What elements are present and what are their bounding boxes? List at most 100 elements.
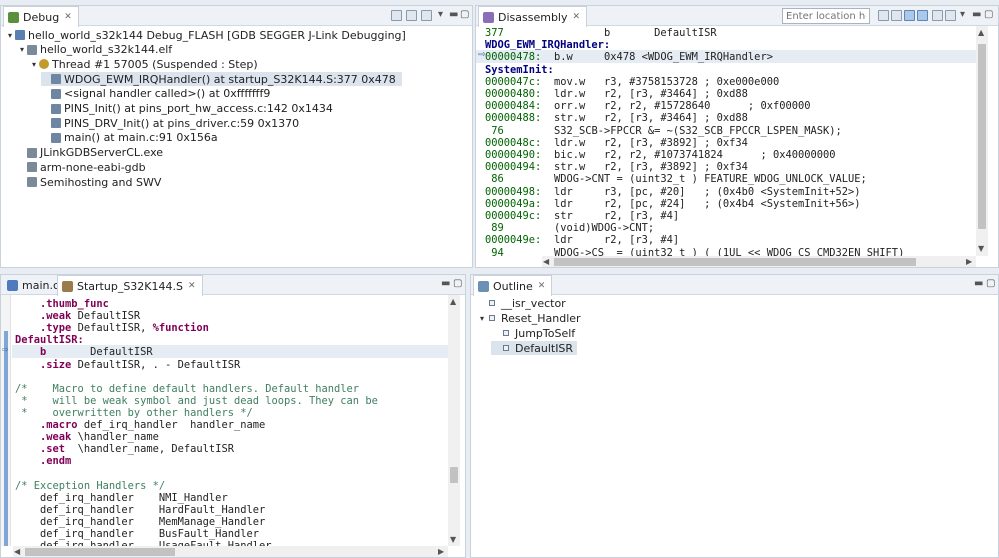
close-icon[interactable]: ✕ (538, 281, 546, 291)
editor-line: .macro def_irq_handler handler_name (15, 419, 265, 431)
scroll-down-icon[interactable]: ▼ (978, 244, 984, 253)
code-token: .weak (15, 310, 78, 323)
debug-tree-item[interactable]: ▾ hello_world_s32k144.elf (17, 43, 172, 57)
chevron-down-icon[interactable]: ▾ (5, 31, 15, 40)
minimize-icon[interactable]: ▬ (449, 9, 458, 20)
maximize-icon[interactable]: ▢ (986, 278, 995, 289)
editor-vscrollbar[interactable]: ▲ ▼ (448, 295, 460, 546)
disassembly-source-line[interactable]: S32_SCB->FPCCR &= ~(S32_SCB_FPCCR_LSPEN_… (554, 125, 842, 137)
view-dropdown-icon[interactable]: ▾ (960, 9, 965, 20)
debug-tree-item[interactable]: PINS_Init() at pins_port_hw_access.c:142… (41, 102, 333, 116)
tab-main-c[interactable]: main.c (3, 275, 65, 295)
scroll-left-icon[interactable]: ◀ (543, 257, 549, 266)
disassembly-instruction[interactable]: ldr r2, [pc, #24] ; (0x4b4 <SystemInit+5… (554, 198, 861, 210)
code-token: .type (15, 322, 78, 335)
disassembly-instruction[interactable]: b.w 0x478 <WDOG_EWM_IRQHandler> (554, 51, 773, 63)
outline-tabbar: Outline ✕ ▬ ▢ (471, 275, 998, 296)
chevron-down-icon[interactable]: ▾ (477, 314, 487, 323)
outline-item[interactable]: JumpToSelf (491, 326, 575, 340)
disassembly-vscrollbar[interactable]: ▲ ▼ (976, 26, 988, 256)
disassembly-hscrollbar[interactable]: ◀ ▶ (542, 256, 976, 267)
debug-tree-item[interactable]: ▾ hello_world_s32k144 Debug_FLASH [GDB SE… (5, 28, 406, 42)
disassembly-address: 0000047c: (485, 75, 542, 88)
close-icon[interactable]: ✕ (64, 12, 72, 22)
disassembly-instruction[interactable]: ldr.w r2, [r3, #3464] ; 0xd88 (554, 88, 748, 100)
code-token: DefaultISR (77, 310, 141, 323)
editor-line: * will be weak symbol and just dead loop… (15, 395, 378, 407)
minimize-icon[interactable]: ▬ (972, 9, 981, 20)
close-icon[interactable]: ✕ (573, 12, 581, 22)
disassembly-instruction[interactable]: ldr r2, [r3, #4] (554, 234, 679, 246)
debug-tree-item[interactable]: Semihosting and SWV (17, 175, 161, 189)
view-menu-icon[interactable] (406, 10, 417, 21)
outline-item[interactable]: DefaultISR (491, 341, 578, 355)
scroll-thumb[interactable] (978, 44, 986, 229)
debug-tree-label: PINS_Init() at pins_port_hw_access.c:142… (64, 102, 333, 115)
show-source-icon[interactable] (945, 10, 956, 21)
instruction-step-icon[interactable] (917, 10, 928, 21)
scroll-thumb[interactable] (25, 548, 175, 556)
scroll-down-icon[interactable]: ▼ (450, 535, 456, 544)
minimize-icon[interactable]: ▬ (974, 278, 983, 289)
debug-tree-item[interactable]: main() at main.c:91 0x156a (41, 131, 218, 145)
refresh-icon[interactable] (891, 10, 902, 21)
debug-tree-item[interactable]: arm-none-eabi-gdb (17, 160, 146, 174)
tab-startup-s[interactable]: Startup_S32K144.S ✕ (57, 275, 203, 296)
scroll-right-icon[interactable]: ▶ (966, 257, 972, 266)
debug-tree-label: <signal handler called>() at 0xfffffff9 (64, 87, 271, 101)
debug-tree-item[interactable]: <signal handler called>() at 0xfffffff9 (41, 87, 270, 101)
disassembly-address: 00000478: (485, 51, 542, 64)
code-token: def_irq_handler MemManage_Handler (15, 515, 266, 528)
chevron-down-icon[interactable]: ▾ (29, 60, 39, 69)
disassembly-source-line[interactable]: b DefaultISR (554, 27, 717, 39)
location-input[interactable] (782, 8, 870, 24)
disassembly-instruction[interactable]: str r2, [r3, #4] (554, 210, 679, 222)
link-with-editor-icon[interactable] (904, 10, 915, 21)
step-mode-icon[interactable] (421, 10, 432, 21)
maximize-icon[interactable]: ▢ (984, 9, 993, 20)
debug-tree-item[interactable]: JLinkGDBServerCL.exe (17, 146, 163, 160)
debug-tree-item[interactable]: WDOG_EWM_IRQHandler() at startup_S32K144… (41, 72, 402, 87)
disassembly-instruction[interactable]: orr.w r2, r2, #15728640 ; 0xf00000 (554, 100, 810, 112)
tab-debug[interactable]: Debug ✕ (3, 6, 79, 27)
outline-item[interactable]: ▾ Reset_Handler (477, 311, 581, 325)
collapse-all-icon[interactable] (391, 10, 402, 21)
debug-tree-item[interactable]: PINS_DRV_Init() at pins_driver.c:59 0x13… (41, 116, 299, 130)
debug-tree-label: arm-none-eabi-gdb (40, 160, 146, 174)
scroll-left-icon[interactable]: ◀ (14, 547, 20, 556)
editor-hscrollbar[interactable]: ◀ ▶ (13, 546, 448, 557)
maximize-icon[interactable]: ▢ (453, 278, 462, 289)
scroll-up-icon[interactable]: ▲ (450, 297, 456, 306)
disassembly-instruction[interactable]: bic.w r2, r2, #1073741824 ; 0x40000000 (554, 149, 836, 161)
disassembly-instruction[interactable]: ldr r3, [pc, #20] ; (0x4b0 <SystemInit+5… (554, 186, 861, 198)
debug-tree-item[interactable]: ▾ Thread #1 57005 (Suspended : Step) (29, 57, 258, 71)
launch-icon (15, 30, 25, 40)
disassembly-source-line[interactable]: (void)WDOG->CNT; (554, 222, 654, 234)
debug-tree-label: main() at main.c:91 0x156a (64, 131, 218, 145)
disassembly-instruction[interactable]: str.w r2, [r3, #3464] ; 0xd88 (554, 112, 748, 124)
minimize-icon[interactable]: ▬ (441, 278, 450, 289)
debug-tree-label: JLinkGDBServerCL.exe (40, 146, 164, 160)
code-token: /* Macro to define default handlers. Def… (15, 382, 360, 395)
view-dropdown-icon[interactable]: ▾ (438, 9, 443, 20)
scroll-thumb[interactable] (554, 258, 916, 266)
scroll-right-icon[interactable]: ▶ (438, 547, 444, 556)
disassembly-instruction[interactable]: ldr.w r2, [r3, #3892] ; 0xf34 (554, 137, 748, 149)
disassembly-label[interactable]: SystemInit: (485, 64, 554, 76)
scroll-up-icon[interactable]: ▲ (978, 28, 984, 37)
disassembly-instruction[interactable]: str.w r2, [r3, #3892] ; 0xf34 (554, 161, 748, 173)
tab-outline[interactable]: Outline ✕ (473, 275, 553, 296)
debug-tree-label: hello_world_s32k144 Debug_FLASH [GDB SEG… (28, 28, 406, 42)
go-to-pc-icon[interactable] (878, 10, 889, 21)
tab-disassembly[interactable]: Disassembly ✕ (478, 6, 588, 27)
outline-item[interactable]: __isr_vector (477, 296, 566, 310)
disassembly-instruction[interactable]: mov.w r3, #3758153728 ; 0xe000e000 (554, 76, 779, 88)
label-icon (489, 315, 495, 321)
tab-startup-s-label: Startup_S32K144.S (77, 279, 183, 293)
maximize-icon[interactable]: ▢ (460, 9, 469, 20)
chevron-down-icon[interactable]: ▾ (17, 45, 27, 54)
disassembly-source-line[interactable]: WDOG->CNT = (uint32_t ) FEATURE_WDOG_UNL… (554, 173, 867, 185)
close-icon[interactable]: ✕ (188, 281, 196, 291)
scroll-thumb[interactable] (450, 467, 458, 483)
copy-icon[interactable] (932, 10, 943, 21)
